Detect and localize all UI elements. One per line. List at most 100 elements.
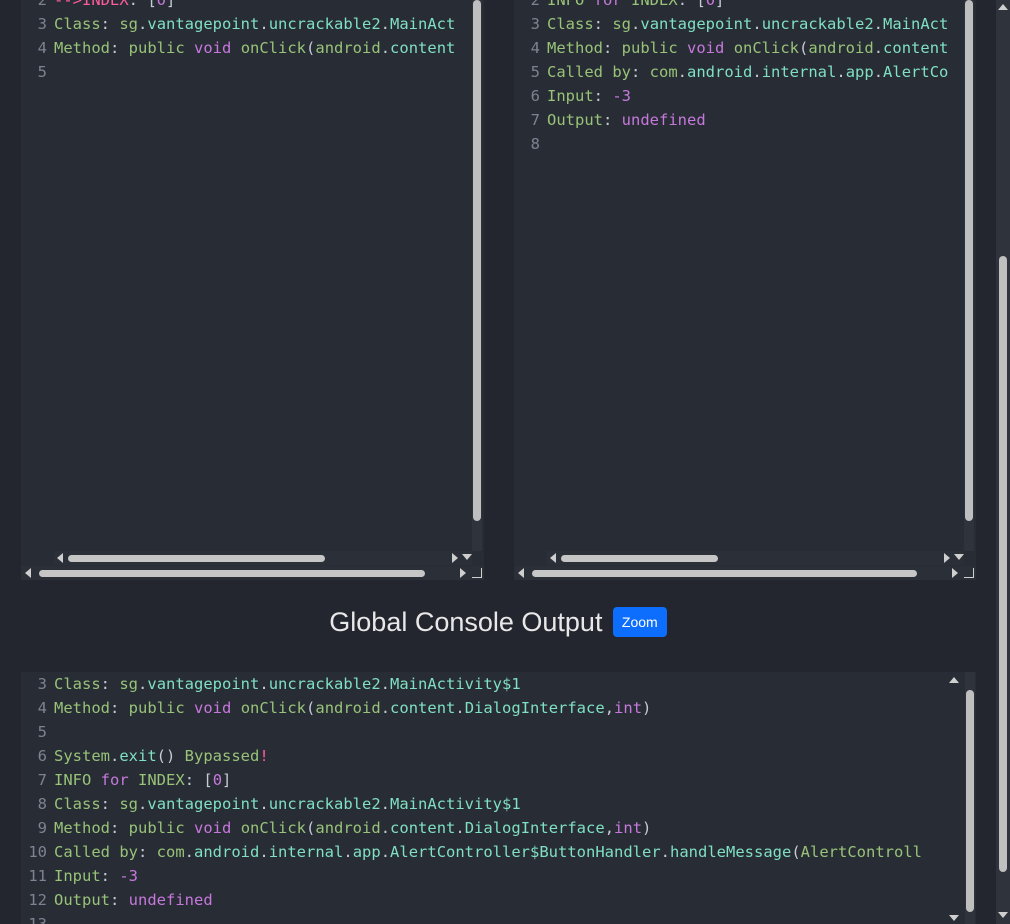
- code-token: .: [455, 819, 465, 837]
- scrollbar-track[interactable]: [965, 672, 975, 924]
- global-console-editor[interactable]: 3 Class: sg.vantagepoint.uncrackable2.Mai…: [21, 672, 976, 924]
- scrollbar-thumb[interactable]: [68, 555, 325, 562]
- code-token: Method: [547, 39, 603, 57]
- code-line: -->INDEX: [0]: [54, 0, 175, 12]
- scrollbar-thumb[interactable]: [39, 570, 425, 577]
- horizontal-scrollbar[interactable]: [21, 566, 470, 580]
- line-number: 13: [28, 915, 47, 924]
- scroll-up-icon[interactable]: [998, 4, 1008, 10]
- vertical-scrollbar[interactable]: [964, 0, 974, 551]
- line-number: 2: [37, 0, 47, 9]
- code-line: Called by: com.android.internal.app.Aler…: [54, 840, 922, 864]
- line-number: 6: [530, 87, 540, 105]
- code-token: ,: [604, 699, 615, 717]
- hook-output-editor-left[interactable]: 2 -->INDEX: [0] 3 Class: sg.vantagepoint.un…: [21, 0, 484, 580]
- line-number: 5: [530, 63, 540, 81]
- scrollbar-thumb[interactable]: [473, 0, 481, 521]
- code-token: void: [194, 819, 232, 837]
- scroll-left-icon[interactable]: [550, 553, 556, 563]
- code-token: (: [799, 39, 809, 57]
- code-token: Called by: [54, 843, 138, 861]
- code-token: 0: [705, 0, 716, 9]
- code-token: INDEX: [138, 771, 185, 789]
- scroll-right-icon[interactable]: [944, 553, 950, 563]
- scroll-down-icon[interactable]: [954, 554, 964, 560]
- code-token: AlertController$ButtonHandler: [390, 843, 661, 861]
- code-token: (: [306, 819, 316, 837]
- code-token: android: [315, 699, 381, 717]
- code-token: .: [660, 843, 670, 861]
- code-token: Method: [54, 699, 110, 717]
- horizontal-scrollbar-inner[interactable]: [547, 551, 964, 565]
- scroll-left-icon[interactable]: [518, 568, 524, 578]
- code-token: ]: [222, 771, 232, 789]
- code-token: uncrackable2: [268, 795, 381, 813]
- zoom-button[interactable]: Zoom: [612, 607, 667, 637]
- scroll-down-icon[interactable]: [998, 912, 1008, 918]
- page-scrollbar[interactable]: [996, 0, 1010, 924]
- scrollbar-thumb[interactable]: [999, 256, 1007, 872]
- scroll-right-icon[interactable]: [952, 568, 958, 578]
- code-token: vantagepoint: [147, 675, 260, 693]
- code-token: (: [306, 39, 316, 57]
- code-line: Method: public void onClick(android.cont…: [54, 816, 651, 840]
- code-token: onClick: [240, 39, 307, 57]
- horizontal-scrollbar-inner[interactable]: [54, 551, 472, 565]
- code-token: :: [110, 39, 129, 57]
- code-token: .: [380, 819, 391, 837]
- code-token: public: [128, 39, 185, 57]
- code-token: INFO: [547, 0, 585, 9]
- line-number: 10: [28, 843, 47, 861]
- resize-handle[interactable]: [470, 566, 484, 580]
- scroll-right-icon[interactable]: [460, 568, 466, 578]
- code-token: AlertCo: [883, 63, 949, 81]
- code-token: internal: [268, 843, 344, 861]
- scroll-down-icon[interactable]: [949, 915, 959, 921]
- code-token: :: [110, 819, 129, 837]
- code-token: void: [194, 699, 232, 717]
- code-token: .: [380, 15, 391, 33]
- scroll-right-icon[interactable]: [452, 553, 458, 563]
- code-token: .: [259, 15, 269, 33]
- code-line: Method: public void onClick(android.cont…: [547, 36, 948, 60]
- code-token: sg: [119, 15, 139, 33]
- vertical-scrollbar[interactable]: [472, 0, 482, 551]
- hook-output-editor-right[interactable]: 2 INFO for INDEX: [0] 3 Class: sg.vantagepo…: [514, 0, 976, 580]
- line-number: 4: [37, 39, 47, 57]
- code-token: .: [380, 675, 391, 693]
- code-token: .: [873, 63, 884, 81]
- code-token: .: [110, 747, 120, 765]
- code-token: content: [390, 819, 456, 837]
- scrollbar-thumb[interactable]: [965, 0, 973, 521]
- scroll-left-icon[interactable]: [57, 553, 63, 563]
- code-token: Output: [54, 891, 110, 909]
- code-token: : [: [184, 771, 213, 789]
- code-token: Class: [54, 15, 101, 33]
- code-token: android: [315, 39, 381, 57]
- scroll-down-icon[interactable]: [462, 554, 472, 560]
- scroll-left-icon[interactable]: [25, 568, 31, 578]
- code-line: Method: public void onClick(android.cont…: [54, 36, 455, 60]
- code-token: .: [138, 15, 148, 33]
- code-token: android: [687, 63, 753, 81]
- code-token: (: [306, 699, 316, 717]
- scrollbar-thumb[interactable]: [532, 570, 917, 577]
- scrollbar-thumb[interactable]: [966, 690, 974, 912]
- code-line: INFO for INDEX: [0]: [547, 0, 724, 12]
- vertical-scrollbar[interactable]: [949, 672, 975, 924]
- code-token: undefined: [128, 891, 213, 909]
- scroll-up-icon[interactable]: [949, 677, 959, 683]
- code-token: :: [100, 15, 120, 33]
- horizontal-scrollbar[interactable]: [514, 566, 962, 580]
- code-token: int: [614, 819, 643, 837]
- code-token: -3: [612, 87, 632, 105]
- code-line: Class: sg.vantagepoint.uncrackable2.Main…: [54, 12, 455, 36]
- code-token: .: [343, 843, 353, 861]
- resize-handle[interactable]: [962, 566, 976, 580]
- code-token: .: [138, 795, 148, 813]
- scrollbar-thumb[interactable]: [561, 555, 718, 562]
- code-token: public: [128, 699, 185, 717]
